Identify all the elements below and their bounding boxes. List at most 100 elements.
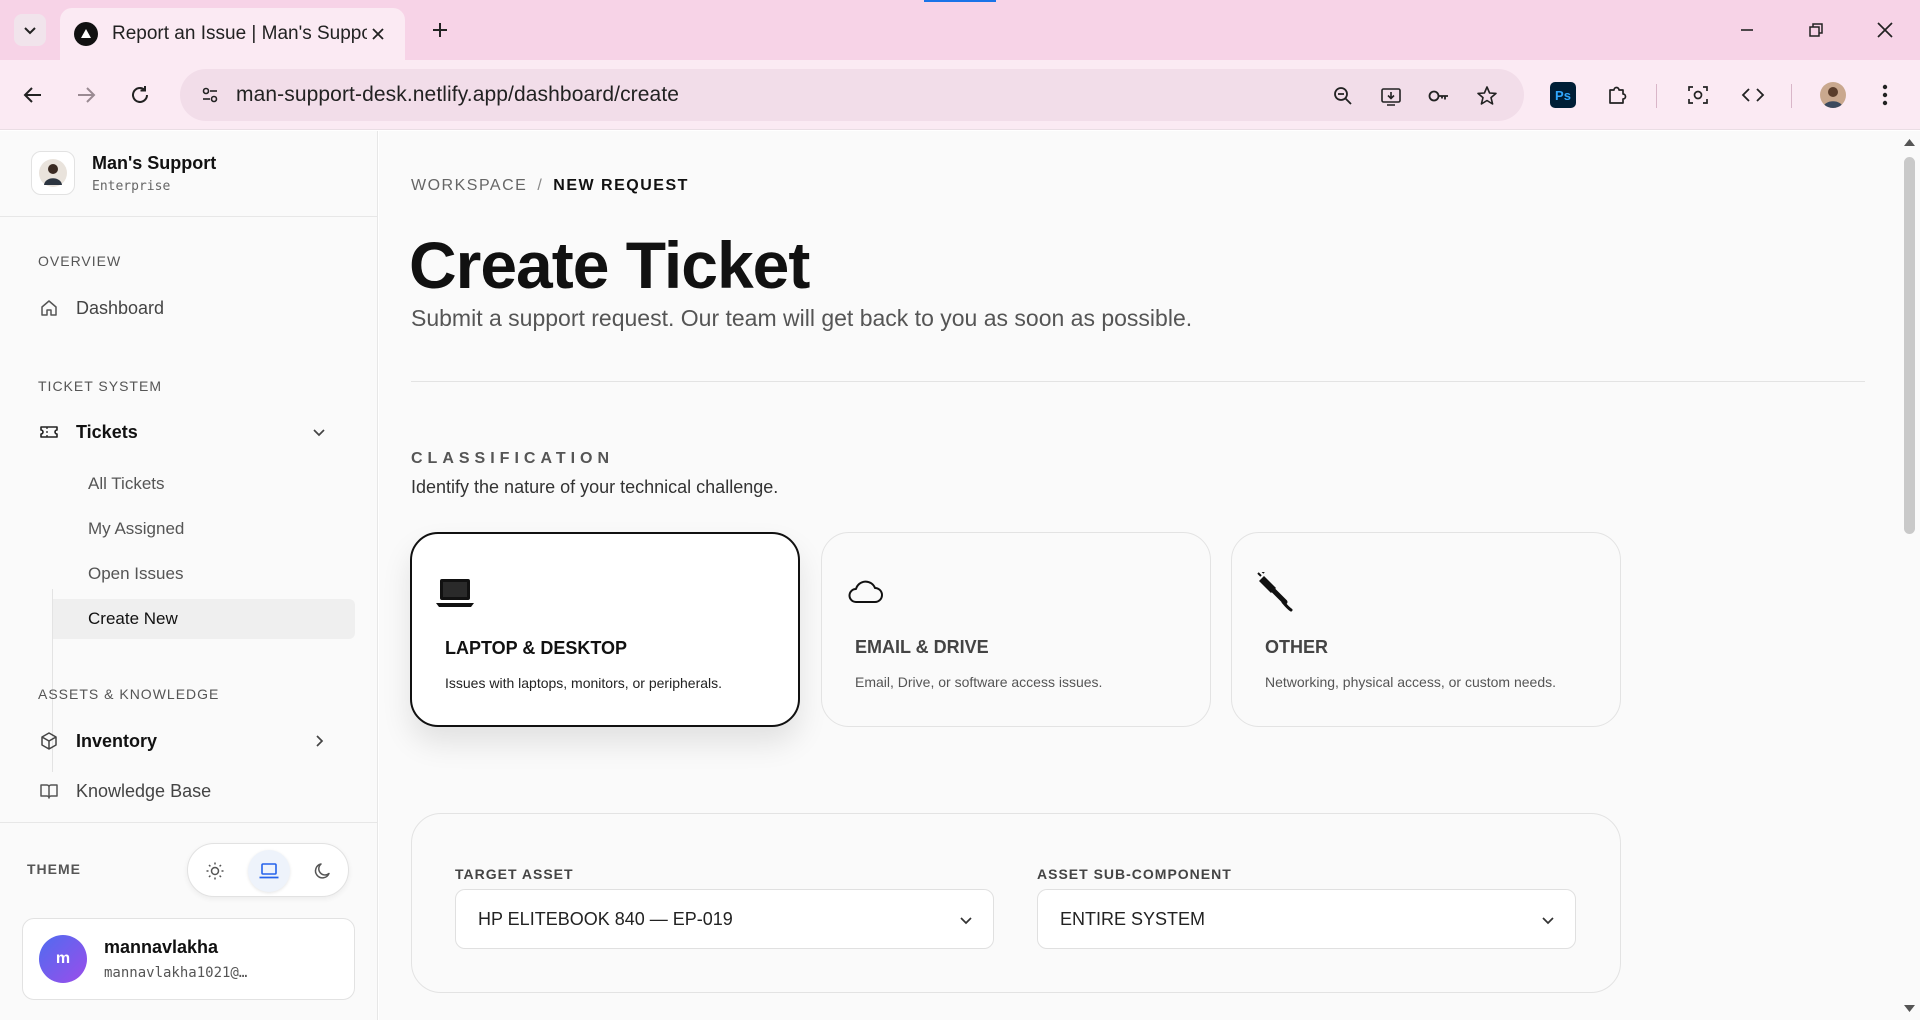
book-icon [38,780,60,802]
sidebar-item-tickets[interactable]: Tickets [38,415,348,449]
home-icon [38,297,60,319]
scroll-down-arrow-icon[interactable] [1903,1004,1916,1014]
moon-icon [314,863,330,879]
category-title: EMAIL & DRIVE [855,637,989,657]
screenshot-extension-icon[interactable] [1681,78,1715,112]
category-description: Networking, physical access, or custom n… [1265,674,1557,690]
back-button[interactable] [16,78,50,112]
extensions-puzzle-icon[interactable] [1601,78,1635,112]
scrollbar-thumb[interactable] [1904,157,1915,534]
user-email: mannavlakha1021@… [104,965,248,981]
section-label-assets: ASSETS & KNOWLEDGE [38,686,220,702]
brand-name: Man's Support [92,153,217,173]
sidebar-item-label: Dashboard [76,297,165,318]
tab-search-button[interactable] [14,14,46,46]
brand-logo-icon [31,151,75,195]
laptop-icon [259,863,279,879]
target-asset-select[interactable]: HP ELITEBOOK 840 — EP-019 [455,889,994,949]
asset-sub-component-value: ENTIRE SYSTEM [1060,909,1206,929]
sidebar-subitem-all-tickets[interactable]: All Tickets [53,464,355,504]
avatar: m [39,935,87,983]
profile-avatar-icon[interactable] [1816,78,1850,112]
section-label-overview: OVERVIEW [38,253,122,269]
brand-subtitle: Enterprise [92,179,171,194]
sidebar-item-inventory[interactable]: Inventory [38,724,348,758]
zoom-icon[interactable] [1328,81,1358,111]
category-card-other[interactable]: OTHER Networking, physical access, or cu… [1231,532,1621,727]
laptop-icon [434,572,476,614]
code-devtools-icon[interactable] [1736,78,1770,112]
target-asset-value: HP ELITEBOOK 840 — EP-019 [478,909,733,929]
scroll-up-arrow-icon[interactable] [1903,137,1916,147]
password-key-icon[interactable] [1424,81,1454,111]
close-window-button[interactable] [1865,10,1905,50]
main-content: WORKSPACE / NEW REQUEST Create Ticket Subm… [379,131,1899,1020]
breadcrumb-current: NEW REQUEST [553,177,689,194]
reload-button[interactable] [123,78,157,112]
section-label-ticket-system: TICKET SYSTEM [38,378,162,394]
brand-header[interactable]: Man's Support Enterprise [0,131,377,217]
browser-tab-active[interactable]: Report an Issue | Man's Support Desk [60,8,405,60]
install-app-icon[interactable] [1376,81,1406,111]
target-asset-label: TARGET ASSET [455,866,574,882]
minimize-button[interactable] [1727,10,1767,50]
arrow-left-icon [23,87,41,103]
photoshop-extension-icon[interactable]: Ps [1546,78,1580,112]
chevron-right-icon[interactable] [308,730,330,752]
cable-icon [1254,571,1296,613]
sidebar-item-knowledge-base[interactable]: Knowledge Base [38,774,348,808]
bookmark-star-icon[interactable] [1472,81,1502,111]
breadcrumb-root[interactable]: WORKSPACE [411,177,527,194]
breadcrumb-separator: / [537,177,544,194]
browser-menu-icon[interactable] [1868,78,1902,112]
site-info-icon[interactable] [194,79,226,111]
category-title: LAPTOP & DESKTOP [445,638,628,658]
sidebar-subitem-my-assigned[interactable]: My Assigned [53,509,355,549]
sidebar-item-label: Knowledge Base [76,780,212,801]
theme-light-button[interactable] [194,850,236,892]
sidebar-subitem-create-new[interactable]: Create New [53,599,355,639]
toolbar-divider [1791,84,1792,108]
asset-sub-component-label: ASSET SUB-COMPONENT [1037,866,1232,882]
arrow-right-icon [78,87,96,103]
chevron-down-icon [1537,909,1559,931]
tab-title: Report an Issue | Man's Support Desk [112,23,367,44]
theme-system-button[interactable] [248,850,290,892]
forward-button[interactable] [69,78,103,112]
reload-icon [132,86,148,103]
category-description: Issues with laptops, monitors, or periph… [445,675,723,691]
chevron-down-icon[interactable] [308,421,330,443]
page-subtitle: Submit a support request. Our team will … [411,305,1193,331]
restore-button[interactable] [1796,10,1836,50]
browser-toolbar: man-support-desk.netlify.app/dashboard/c… [0,60,1920,130]
sun-icon [206,862,224,880]
close-icon [1877,22,1893,38]
ticket-icon [38,421,60,443]
page-scrollbar[interactable] [1899,131,1920,1020]
new-tab-button[interactable] [424,14,456,46]
asset-sub-component-select[interactable]: ENTIRE SYSTEM [1037,889,1576,949]
category-card-email-drive[interactable]: EMAIL & DRIVE Email, Drive, or software … [821,532,1211,727]
address-bar[interactable]: man-support-desk.netlify.app/dashboard/c… [180,69,1524,121]
asset-selection-panel: TARGET ASSET HP ELITEBOOK 840 — EP-019 A… [411,813,1621,993]
classification-description: Identify the nature of your technical ch… [411,477,779,497]
theme-toggle-group [187,843,349,897]
classification-label: CLASSIFICATION [411,450,615,467]
category-card-laptop-desktop[interactable]: LAPTOP & DESKTOP Issues with laptops, mo… [410,532,800,727]
netlify-favicon-icon [74,22,98,46]
plus-icon [433,23,447,37]
browser-tab-bar: Report an Issue | Man's Support Desk [0,0,1920,60]
divider [411,381,1865,382]
loading-indicator [924,0,996,2]
theme-dark-button[interactable] [302,850,344,892]
sidebar-item-label: Tickets [76,421,138,442]
category-title: OTHER [1265,637,1328,657]
restore-icon [1809,23,1823,37]
sidebar-item-dashboard[interactable]: Dashboard [38,291,348,325]
tab-close-icon[interactable] [367,23,389,45]
sidebar-item-label: Inventory [76,730,158,751]
minimize-icon [1741,29,1753,31]
user-profile-card[interactable]: m mannavlakha mannavlakha1021@… [22,918,355,1000]
theme-and-user-footer: THEME m mannavlakha mannavlakha1021@… [0,822,377,1020]
sidebar-subitem-open-issues[interactable]: Open Issues [53,554,355,594]
